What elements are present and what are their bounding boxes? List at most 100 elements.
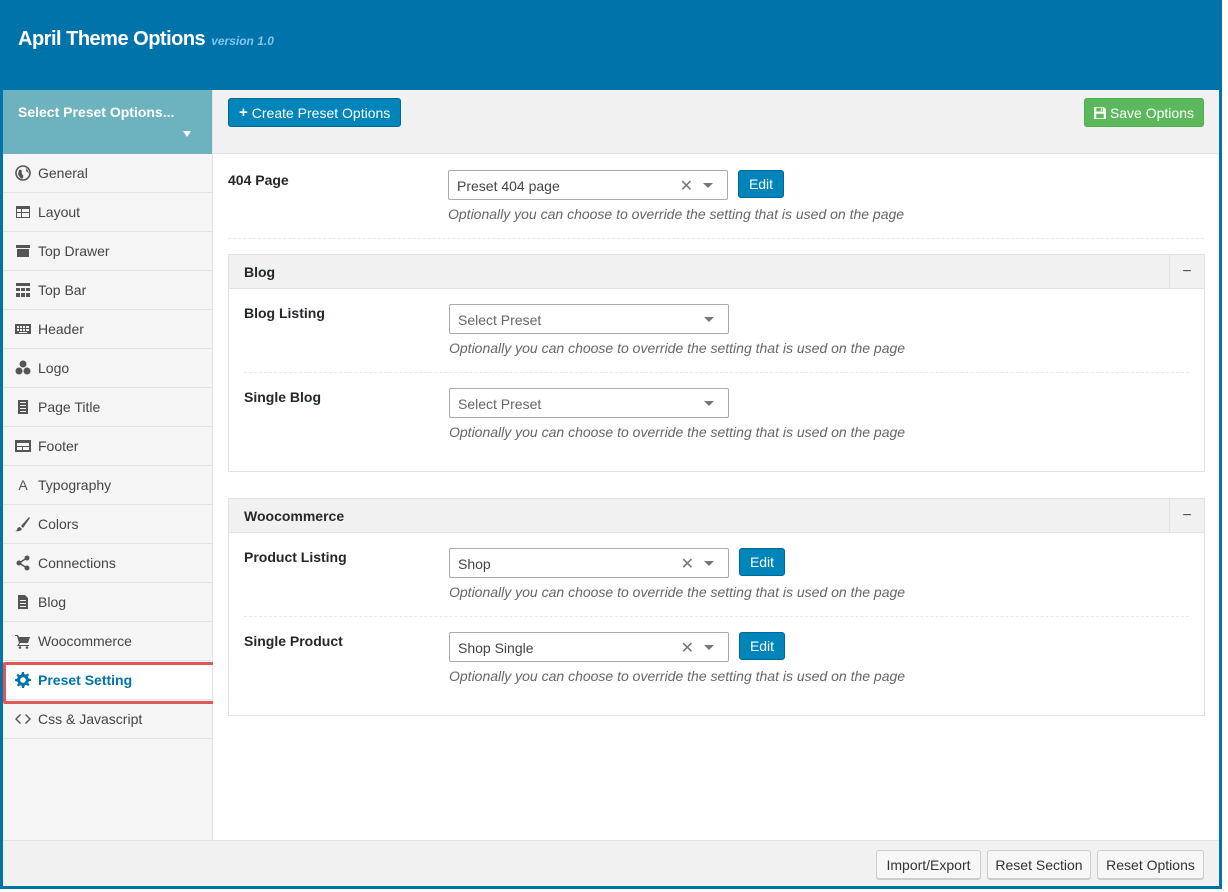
sidebar-item-typography[interactable]: A Typography xyxy=(3,466,212,505)
reset-section-button[interactable]: Reset Section xyxy=(987,850,1091,879)
sidebar-item-label: Logo xyxy=(38,360,70,376)
group-icon xyxy=(14,359,32,377)
edit-product-listing-button[interactable]: Edit xyxy=(739,548,785,576)
chevron-down-icon xyxy=(704,317,714,322)
floppy-icon xyxy=(1093,106,1106,119)
field-desc-single-product: Optionally you can choose to override th… xyxy=(449,668,906,684)
sidebar: Select Preset Options... General Layout … xyxy=(3,90,213,840)
sidebar-item-blog[interactable]: Blog xyxy=(3,583,212,622)
clear-icon[interactable]: ✕ xyxy=(681,554,694,574)
field-desc-product-listing: Optionally you can choose to override th… xyxy=(449,584,906,600)
preset-options-select-label: Select Preset Options... xyxy=(18,104,175,120)
chevron-down-icon xyxy=(704,401,714,406)
sidebar-item-label: Css & Javascript xyxy=(38,711,143,727)
globe-icon xyxy=(14,164,32,182)
section-woocommerce-title: Woocommerce xyxy=(244,508,345,524)
brush-icon xyxy=(14,515,32,533)
reset-options-button[interactable]: Reset Options xyxy=(1097,850,1204,879)
field-desc-single-blog: Optionally you can choose to override th… xyxy=(449,424,906,440)
sidebar-item-layout[interactable]: Layout xyxy=(3,193,212,232)
section-blog: Blog − Blog Listing Select Preset Option… xyxy=(228,254,1205,472)
clear-icon[interactable]: ✕ xyxy=(680,176,693,196)
plus-icon: + xyxy=(239,104,248,121)
sidebar-item-page-title[interactable]: Page Title xyxy=(3,388,212,427)
code-icon xyxy=(14,710,32,728)
sidebar-item-label: Preset Setting xyxy=(38,672,133,688)
sidebar-item-label: Header xyxy=(38,321,84,337)
sidebar-item-general[interactable]: General xyxy=(3,154,212,193)
field-label-product-listing: Product Listing xyxy=(244,549,347,565)
app-header: April Theme Options version 1.0 xyxy=(0,0,1222,90)
clear-icon[interactable]: ✕ xyxy=(681,638,694,658)
sidebar-item-top-bar[interactable]: Top Bar xyxy=(3,271,212,310)
app-title-text: April Theme Options xyxy=(18,28,206,50)
sidebar-item-connections[interactable]: Connections xyxy=(3,544,212,583)
select-404-page[interactable]: Preset 404 page ✕ xyxy=(448,170,728,200)
sidebar-item-label: Top Drawer xyxy=(38,243,110,259)
sidebar-item-label: Connections xyxy=(38,555,116,571)
file-icon xyxy=(14,593,32,611)
preset-options-select[interactable]: Select Preset Options... xyxy=(3,90,212,154)
sidebar-item-label: Colors xyxy=(38,516,79,532)
sidebar-item-header[interactable]: Header xyxy=(3,310,212,349)
table-icon xyxy=(14,203,32,221)
collapse-icon[interactable]: − xyxy=(1169,499,1204,532)
create-preset-options-label: Create Preset Options xyxy=(251,104,391,121)
footer-bar: Import/Export Reset Section Reset Option… xyxy=(3,840,1219,886)
sidebar-item-label: Footer xyxy=(38,438,79,454)
divider xyxy=(228,238,1204,239)
collapse-icon[interactable]: − xyxy=(1169,255,1204,288)
select-single-product[interactable]: Shop Single ✕ xyxy=(449,632,729,662)
create-preset-options-button[interactable]: + Create Preset Options xyxy=(228,98,402,127)
select-product-listing[interactable]: Shop ✕ xyxy=(449,548,729,578)
field-label-single-product: Single Product xyxy=(244,633,343,649)
divider xyxy=(244,372,1189,373)
sidebar-item-logo[interactable]: Logo xyxy=(3,349,212,388)
sidebar-item-woocommerce[interactable]: Woocommerce xyxy=(3,622,212,661)
sidebar-menu: General Layout Top Drawer Top Bar Header… xyxy=(3,154,212,739)
sidebar-item-top-drawer[interactable]: Top Drawer xyxy=(3,232,212,271)
sidebar-item-footer[interactable]: Footer xyxy=(3,427,212,466)
save-options-label: Save Options xyxy=(1109,104,1194,121)
chevron-down-icon xyxy=(703,183,713,188)
font-icon: A xyxy=(18,477,28,493)
sidebar-item-label: General xyxy=(38,165,88,181)
sidebar-item-label: Layout xyxy=(38,204,81,220)
share-icon xyxy=(14,554,32,572)
sidebar-item-label: Woocommerce xyxy=(38,633,132,649)
select-product-listing-value: Shop xyxy=(458,556,491,572)
select-blog-listing[interactable]: Select Preset xyxy=(449,304,729,334)
section-woocommerce: Woocommerce − Product Listing Shop ✕ Edi… xyxy=(228,498,1205,716)
section-blog-title: Blog xyxy=(244,264,276,280)
document-icon xyxy=(14,398,32,416)
grid-icon xyxy=(14,281,32,299)
save-options-button[interactable]: Save Options xyxy=(1083,98,1204,127)
sidebar-item-label: Typography xyxy=(38,477,112,493)
sidebar-item-css-javascript[interactable]: Css & Javascript xyxy=(3,700,212,739)
section-blog-header: Blog − xyxy=(229,255,1204,289)
layout-icon xyxy=(14,437,32,455)
main-content: 404 Page Preset 404 page ✕ Edit Optional… xyxy=(213,154,1219,840)
sidebar-item-colors[interactable]: Colors xyxy=(3,505,212,544)
sidebar-item-label: Blog xyxy=(38,594,67,610)
select-404-page-value: Preset 404 page xyxy=(457,178,560,194)
chevron-down-icon xyxy=(183,131,191,137)
app-title: April Theme Options version 1.0 xyxy=(18,28,274,51)
chevron-down-icon xyxy=(704,645,714,650)
import-export-button[interactable]: Import/Export xyxy=(876,850,981,879)
keyboard-icon xyxy=(14,320,32,338)
drawer-icon xyxy=(14,242,32,260)
field-label-blog-listing: Blog Listing xyxy=(244,305,325,321)
select-single-product-value: Shop Single xyxy=(458,640,534,656)
select-blog-listing-placeholder: Select Preset xyxy=(458,312,542,328)
section-woocommerce-header: Woocommerce − xyxy=(229,499,1204,533)
field-desc-blog-listing: Optionally you can choose to override th… xyxy=(449,340,906,356)
select-single-blog[interactable]: Select Preset xyxy=(449,388,729,418)
sidebar-item-preset-setting[interactable]: Preset Setting xyxy=(3,661,212,700)
edit-404-page-button[interactable]: Edit xyxy=(738,170,784,198)
field-desc-404-page: Optionally you can choose to override th… xyxy=(448,206,905,222)
edit-single-product-button[interactable]: Edit xyxy=(739,632,785,660)
field-label-404-page: 404 Page xyxy=(228,172,289,188)
select-single-blog-placeholder: Select Preset xyxy=(458,396,542,412)
cart-icon xyxy=(14,632,32,650)
